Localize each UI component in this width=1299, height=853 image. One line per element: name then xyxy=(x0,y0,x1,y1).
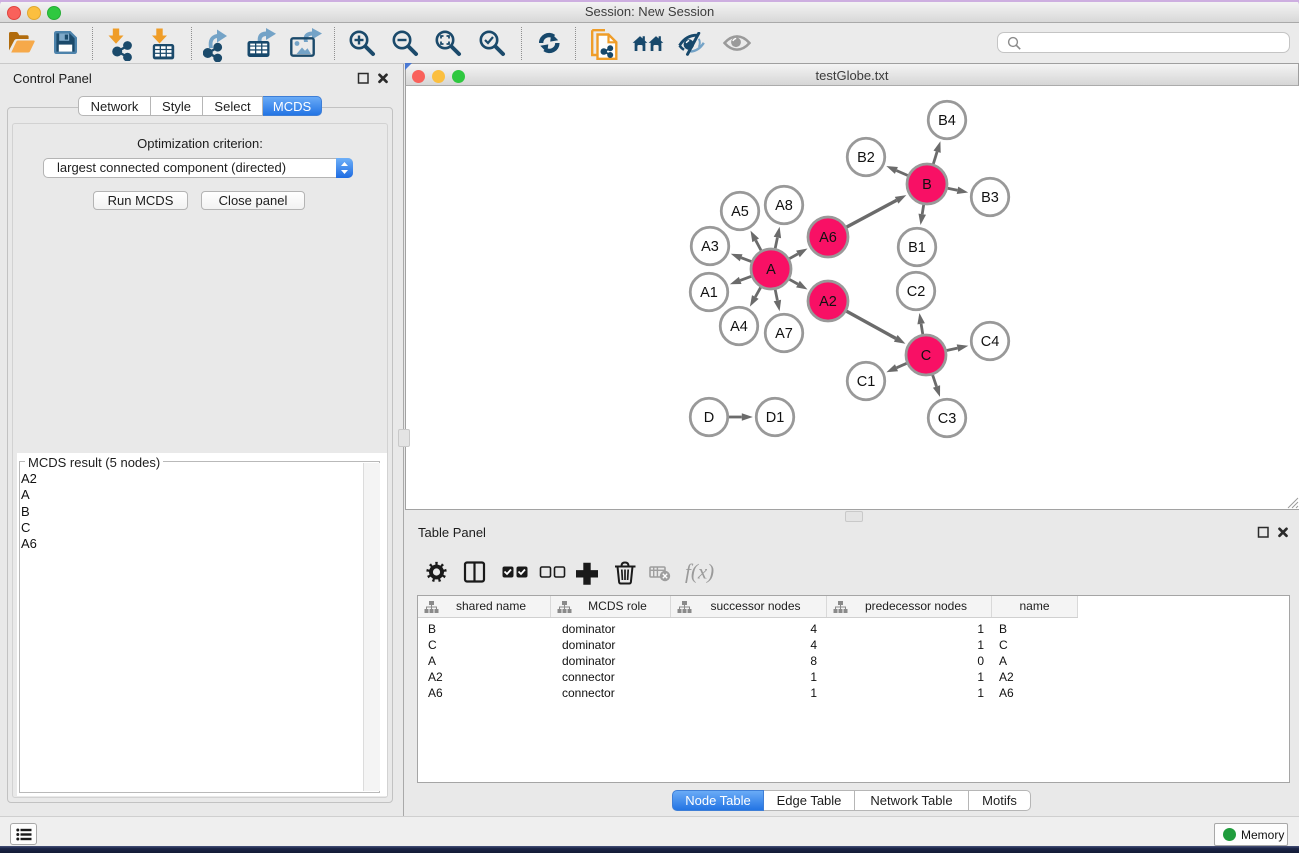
svg-text:A5: A5 xyxy=(731,204,749,220)
svg-text:C: C xyxy=(921,348,931,364)
svg-text:B: B xyxy=(922,177,932,193)
svg-text:A7: A7 xyxy=(775,326,793,342)
svg-text:B4: B4 xyxy=(938,113,956,129)
svg-text:C4: C4 xyxy=(981,334,1000,350)
svg-text:D1: D1 xyxy=(766,410,785,426)
svg-text:B2: B2 xyxy=(857,150,875,166)
svg-text:A8: A8 xyxy=(775,198,793,214)
svg-text:C1: C1 xyxy=(857,374,876,390)
svg-text:B1: B1 xyxy=(908,240,926,256)
svg-text:A: A xyxy=(766,262,776,278)
svg-text:C2: C2 xyxy=(907,284,926,300)
svg-text:C3: C3 xyxy=(938,411,957,427)
svg-text:A3: A3 xyxy=(701,239,719,255)
svg-text:A6: A6 xyxy=(819,230,837,246)
svg-text:B3: B3 xyxy=(981,190,999,206)
svg-text:A2: A2 xyxy=(819,294,837,310)
svg-text:D: D xyxy=(704,410,714,426)
svg-text:A4: A4 xyxy=(730,319,748,335)
svg-text:f(x): f(x) xyxy=(685,560,714,584)
svg-text:A1: A1 xyxy=(700,285,718,301)
